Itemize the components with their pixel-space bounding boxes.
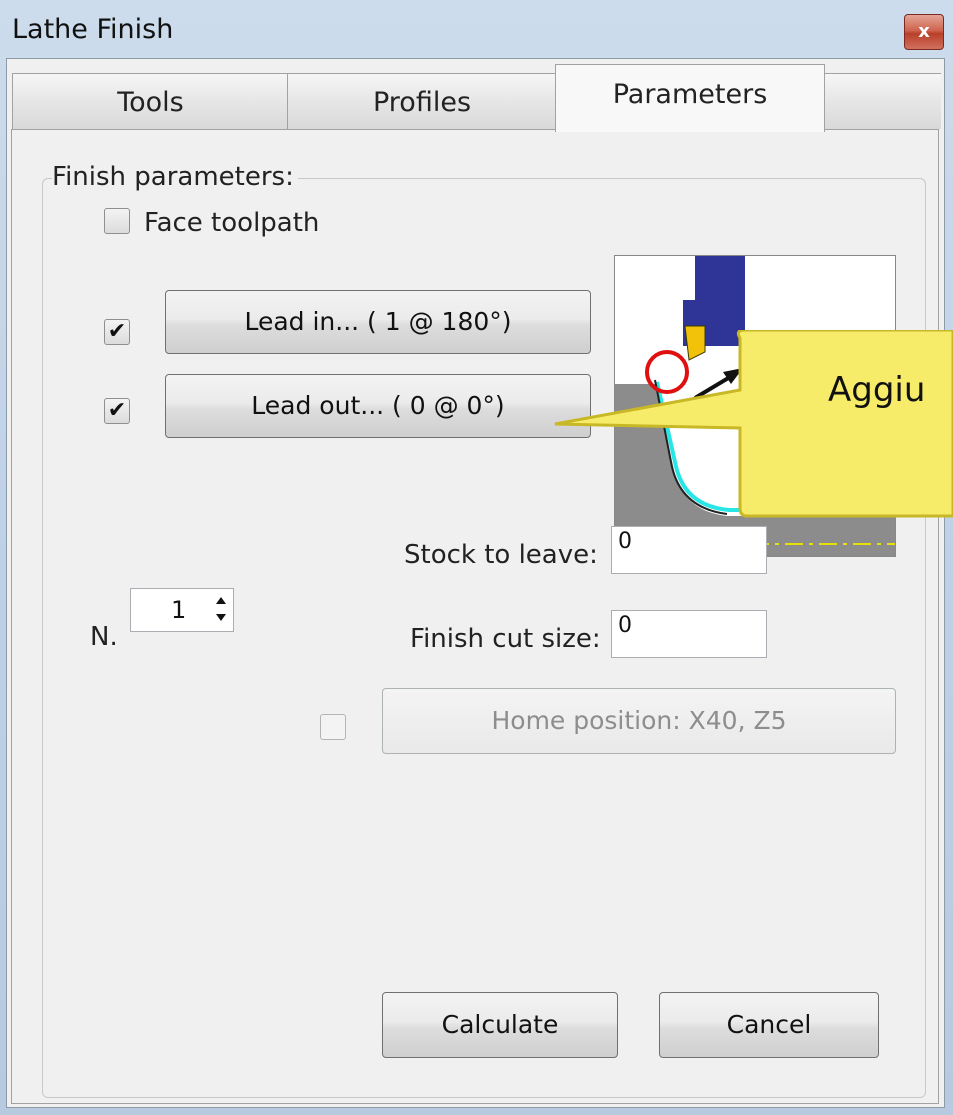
tab-strip: Tools Profiles Parameters: [7, 59, 944, 132]
title-bar: Lathe Finish x: [0, 0, 953, 58]
close-button[interactable]: x: [904, 14, 944, 50]
face-toolpath-checkbox[interactable]: [104, 208, 130, 234]
parameters-panel: Finish parameters: Face toolpath ✔ Lead …: [11, 129, 939, 1104]
finish-cut-size-input[interactable]: 0: [611, 610, 767, 658]
tooltip-text: Aggiu: [828, 370, 926, 410]
home-position-button[interactable]: Home position: X40, Z5: [382, 688, 896, 754]
face-toolpath-label: Face toolpath: [144, 208, 320, 238]
tooltip-callout: [554, 330, 953, 518]
cancel-button-label: Cancel: [726, 1010, 812, 1039]
lead-out-button-label: Lead out... ( 0 @ 0°): [251, 391, 505, 420]
stock-to-leave-input[interactable]: 0: [611, 526, 767, 574]
home-position-button-label: Home position: X40, Z5: [491, 706, 787, 735]
lead-out-checkbox[interactable]: ✔: [104, 398, 130, 424]
lead-in-checkbox[interactable]: ✔: [104, 319, 130, 345]
stock-to-leave-label: Stock to leave:: [404, 540, 598, 570]
dialog-client-area: Tools Profiles Parameters Finish paramet…: [6, 58, 945, 1108]
close-icon: x: [918, 21, 930, 42]
passes-value: 1: [171, 596, 187, 624]
lead-out-button[interactable]: Lead out... ( 0 @ 0°): [165, 374, 591, 438]
tool-holder-top: [695, 256, 745, 304]
calculate-button[interactable]: Calculate: [382, 992, 618, 1058]
checkmark-icon: ✔: [107, 398, 127, 423]
passes-label: N.: [90, 622, 118, 652]
cancel-button[interactable]: Cancel: [659, 992, 879, 1058]
tab-strip-filler: [823, 73, 941, 129]
finish-parameters-label: Finish parameters:: [52, 162, 298, 192]
tab-profiles[interactable]: Profiles: [287, 73, 557, 129]
window-title: Lathe Finish: [12, 14, 174, 45]
spinner-arrows-icon[interactable]: [213, 591, 229, 629]
lead-in-button-label: Lead in... ( 1 @ 180°): [244, 307, 512, 336]
tab-parameters[interactable]: Parameters: [555, 64, 825, 132]
tab-tools[interactable]: Tools: [12, 73, 289, 129]
passes-spinner[interactable]: 1: [130, 588, 234, 632]
finish-cut-size-label: Finish cut size:: [410, 624, 601, 654]
home-position-checkbox[interactable]: [320, 714, 346, 740]
lathe-finish-dialog: Lathe Finish x Tools Profiles Parameters…: [0, 0, 953, 1115]
checkmark-icon: ✔: [107, 319, 127, 344]
calculate-button-label: Calculate: [441, 1010, 559, 1039]
tab-parameters-label: Parameters: [612, 79, 768, 110]
tab-profiles-label: Profiles: [372, 87, 472, 118]
lead-in-button[interactable]: Lead in... ( 1 @ 180°): [165, 290, 591, 354]
tab-tools-label: Tools: [117, 87, 184, 118]
